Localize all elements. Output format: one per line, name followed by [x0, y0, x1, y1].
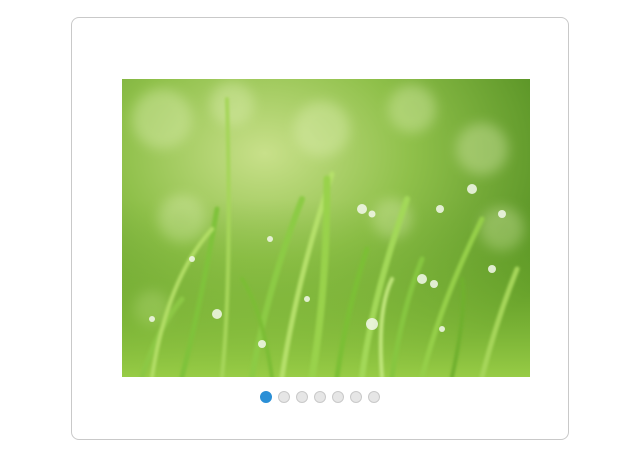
- pagination-dot-5[interactable]: [332, 391, 344, 403]
- carousel-pagination: [72, 391, 568, 403]
- pagination-dot-6[interactable]: [350, 391, 362, 403]
- pagination-dot-4[interactable]: [314, 391, 326, 403]
- pagination-dot-2[interactable]: [278, 391, 290, 403]
- pagination-dot-1[interactable]: [260, 391, 272, 403]
- pagination-dot-7[interactable]: [368, 391, 380, 403]
- pagination-dot-3[interactable]: [296, 391, 308, 403]
- image-carousel: [71, 17, 569, 440]
- carousel-slide-image[interactable]: [122, 79, 530, 377]
- grass-photo: [122, 79, 530, 377]
